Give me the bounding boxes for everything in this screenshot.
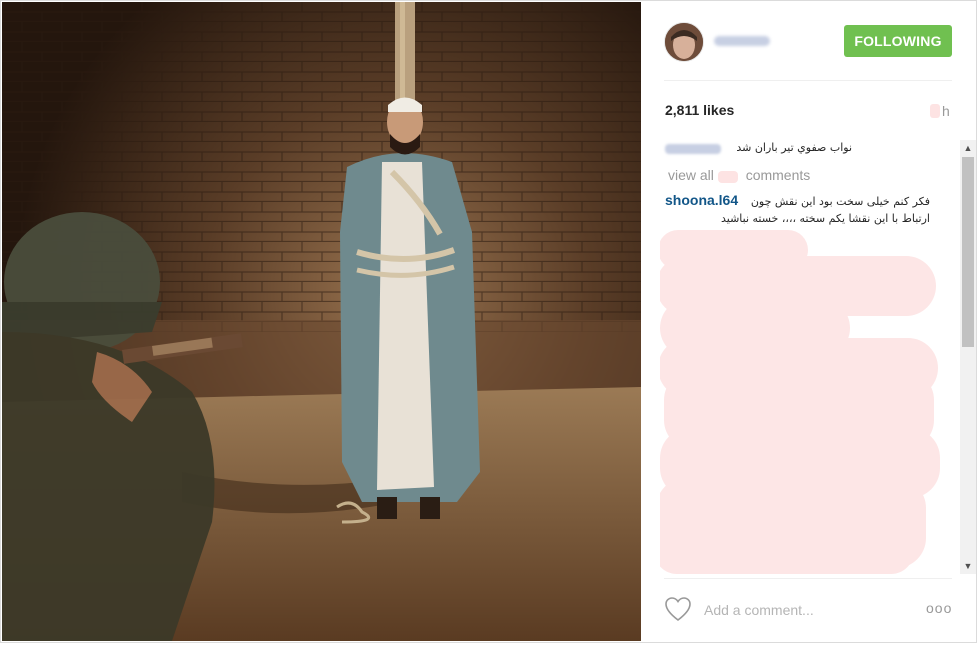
chevron-up-icon[interactable]: ▲ — [960, 140, 976, 156]
post-photo[interactable] — [2, 2, 641, 641]
comments-scrollbar[interactable]: ▲ ▼ — [960, 140, 976, 574]
header-divider — [664, 80, 952, 81]
post-container: FOLLOWING 2,811 likes h نواب صفوي تير با… — [0, 0, 977, 643]
timestamp-unit: h — [942, 103, 950, 119]
more-options-icon[interactable]: ooo — [926, 600, 954, 616]
username-redacted — [714, 36, 770, 46]
view-all-comments-link[interactable]: view all comments — [668, 167, 810, 183]
comment-text: فکر کنم خیلی سخت بود این نقش چون ارتباط … — [664, 193, 930, 227]
execution-scene-image — [2, 2, 641, 641]
add-comment-input[interactable] — [702, 598, 906, 622]
post-sidebar: FOLLOWING 2,811 likes h نواب صفوي تير با… — [642, 2, 976, 641]
redaction-blob — [660, 528, 914, 574]
avatar-image — [665, 23, 703, 61]
footer-divider — [664, 578, 952, 579]
likes-count[interactable]: 2,811 likes — [665, 102, 734, 118]
chevron-down-icon[interactable]: ▼ — [960, 558, 976, 574]
caption-text: نواب صفوي تير باران شد — [736, 141, 852, 154]
comments-list: نواب صفوي تير باران شد view all comments… — [660, 138, 976, 574]
comment-count-redacted — [718, 171, 738, 183]
view-all-prefix: view all — [668, 167, 714, 183]
avatar[interactable] — [664, 22, 704, 62]
timestamp-redacted — [930, 104, 940, 118]
heart-icon[interactable] — [664, 596, 692, 622]
view-all-suffix: comments — [745, 167, 811, 183]
comment-text-line2: ارتباط با این نقشا یکم سخته ،،،، خسته نب… — [720, 212, 930, 225]
comment-text-line1: فکر کنم خیلی سخت بود این نقش چون — [750, 195, 930, 208]
following-button[interactable]: FOLLOWING — [844, 25, 952, 57]
scrollbar-thumb[interactable] — [962, 157, 974, 347]
